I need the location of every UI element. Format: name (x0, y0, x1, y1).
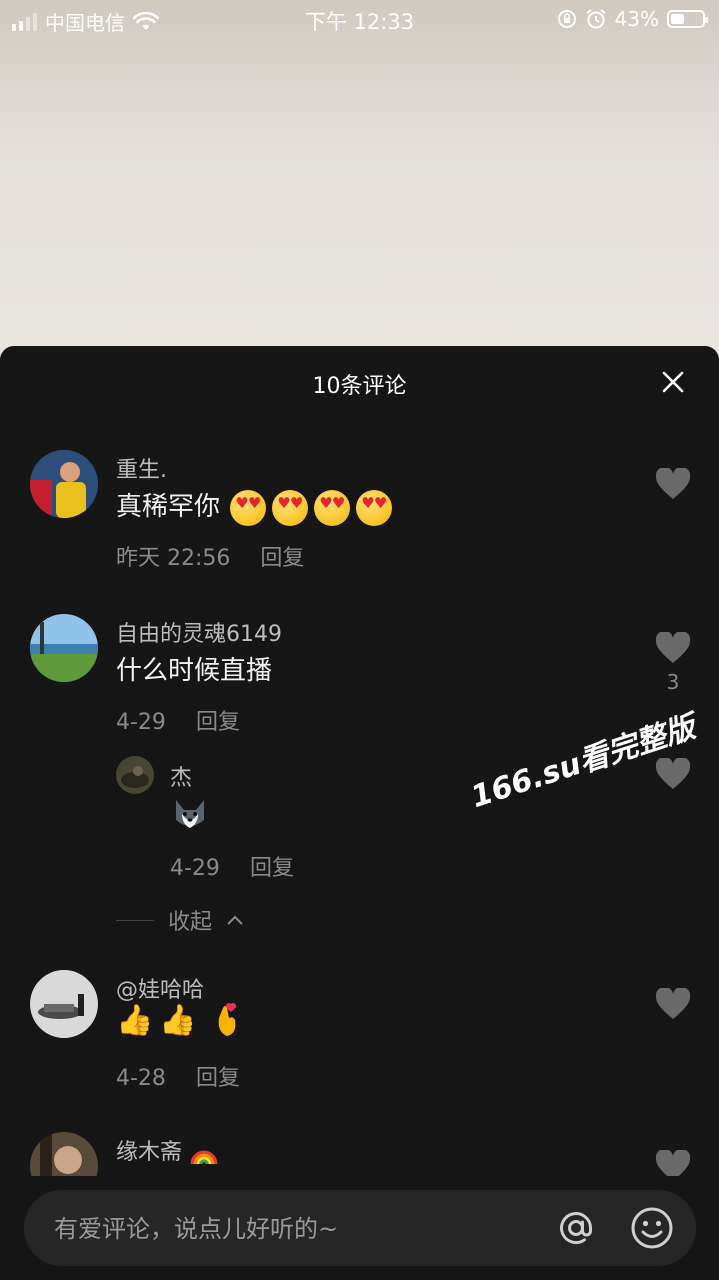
mention-at-icon[interactable] (554, 1206, 598, 1250)
reply-button[interactable]: 回复 (196, 710, 240, 735)
battery-percent: 43% (614, 7, 659, 31)
comment-text: 什么时候直播 (116, 656, 273, 686)
like-heart-icon[interactable] (655, 632, 691, 664)
comment-meta: 4-28 回复 (116, 1060, 240, 1092)
comment-input[interactable] (52, 1190, 536, 1268)
comment-meta: 昨天 22:56 回复 (116, 540, 304, 572)
comment-item: @娃哈哈 👍 👍 4-28 回复 (0, 966, 719, 1106)
comment-text-body: 真稀罕你 (116, 492, 221, 522)
comment-input-bar (0, 1176, 719, 1280)
comment-username[interactable]: 重生. (116, 452, 167, 484)
heart-eyes-emoji (314, 489, 351, 526)
like-count: 3 (666, 670, 680, 694)
comment-panel: 10条评论 重生. 真稀罕你 昨天 22:56 回复 (0, 346, 719, 1280)
comment-input-container (24, 1190, 696, 1268)
status-right: 43% (557, 7, 708, 31)
alarm-icon (585, 9, 606, 29)
reply-button[interactable]: 回复 (260, 546, 304, 571)
battery-level-fill (671, 14, 684, 24)
comment-date: 4-29 (116, 710, 166, 735)
reply-button[interactable]: 回复 (196, 1066, 240, 1091)
reply-date: 4-29 (170, 856, 220, 881)
video-background[interactable] (0, 0, 719, 360)
divider (116, 919, 154, 921)
rotation-lock-icon (557, 10, 576, 28)
close-icon[interactable] (661, 370, 685, 394)
comment-date: 昨天 22:56 (116, 546, 231, 571)
thumbs-up-emoji: 👍 (159, 1002, 197, 1038)
heart-eyes-emoji (356, 489, 393, 526)
emoji-smile-icon[interactable] (630, 1206, 674, 1250)
reply-username[interactable]: 杰 (170, 760, 192, 792)
like-heart-icon[interactable] (655, 468, 691, 500)
rainbow-emoji (190, 1150, 218, 1165)
status-bar: 中国电信 下午 12:33 43% (0, 0, 719, 40)
thumbs-up-emoji: 👍 (116, 1002, 154, 1038)
comment-item: 重生. 真稀罕你 昨天 22:56 回复 (0, 446, 719, 586)
avatar[interactable] (30, 450, 98, 518)
comment-emoji-row: 👍 👍 (116, 1002, 241, 1038)
comment-meta: 4-29 回复 (116, 704, 240, 736)
chevron-up-icon (227, 915, 243, 925)
comment-text: 真稀罕你 (116, 486, 398, 526)
comment-panel-title: 10条评论 (312, 374, 407, 399)
avatar[interactable] (30, 614, 98, 682)
heart-eyes-emoji (230, 489, 267, 526)
comment-username[interactable]: 缘木斋 (116, 1134, 219, 1166)
comment-date: 4-28 (116, 1066, 166, 1091)
avatar[interactable] (30, 970, 98, 1038)
collapse-replies-button[interactable]: 收起 (116, 904, 244, 936)
comment-username[interactable]: @娃哈哈 (116, 972, 204, 1004)
like-heart-icon[interactable] (655, 988, 691, 1020)
reply-meta: 4-29 回复 (170, 850, 294, 882)
comment-username-text: 缘木斋 (116, 1140, 183, 1165)
heart-eyes-emoji (272, 489, 309, 526)
finger-heart-emoji (218, 1003, 237, 1036)
reply-button[interactable]: 回复 (250, 856, 294, 881)
husky-dog-emoji (176, 800, 204, 828)
avatar[interactable] (116, 756, 154, 794)
like-heart-icon[interactable] (655, 758, 691, 790)
collapse-label: 收起 (168, 910, 213, 935)
battery-icon (667, 10, 708, 28)
comment-username[interactable]: 自由的灵魂6149 (116, 616, 282, 648)
